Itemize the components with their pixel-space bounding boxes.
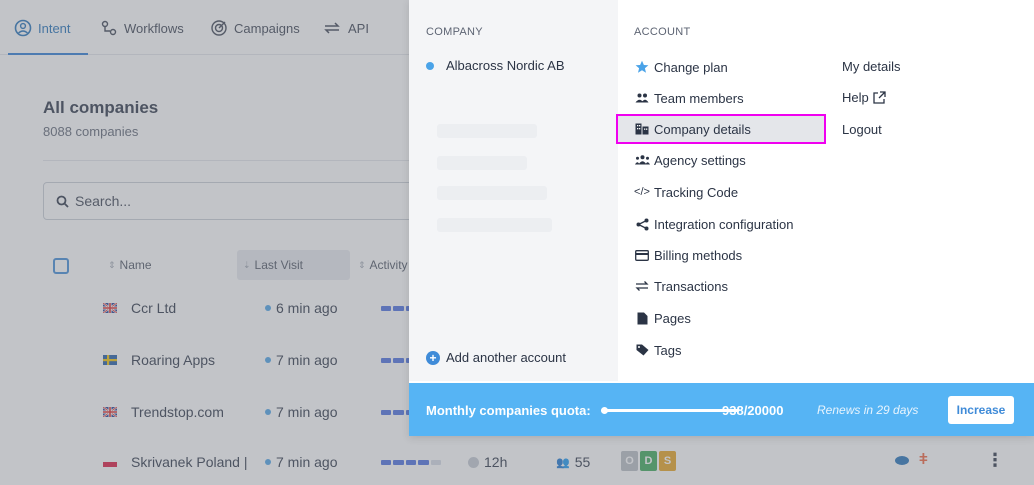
menu-item-label: Billing methods [654,247,743,263]
tag-icon [634,344,650,356]
transactions-icon [634,280,650,292]
share-icon [634,218,650,231]
menu-item-tracking-code[interactable]: </> Tracking Code [634,180,738,204]
building-icon [634,123,650,135]
company-item-current[interactable]: Albacross Nordic AB [426,58,565,73]
placeholder-line [437,218,552,232]
company-section-header: COMPANY [426,26,483,38]
placeholder-line [437,186,547,200]
help-link[interactable]: Help [842,90,886,105]
quota-bar: Monthly companies quota: 938/20000 Renew… [409,383,1034,436]
menu-item-label: Pages [654,310,691,326]
external-link-icon [873,91,886,104]
modal-backdrop-bottom[interactable] [409,436,1034,485]
placeholder-line [437,156,527,170]
quota-renew-text: Renews in 29 days [817,403,919,417]
logout-link[interactable]: Logout [842,122,882,137]
help-label: Help [842,90,869,105]
menu-item-label: Company details [654,121,751,137]
menu-item-label: Change plan [654,59,728,75]
account-section-header: ACCOUNT [634,26,691,38]
account-dropdown: COMPANY Albacross Nordic AB + Add anothe… [409,0,1034,436]
menu-item-label: Transactions [654,278,728,294]
menu-item-label: Tags [654,342,682,358]
add-account-label: Add another account [446,350,566,365]
menu-item-company-details[interactable]: Company details [616,114,826,144]
menu-item-pages[interactable]: Pages [634,306,691,330]
add-account-button[interactable]: + Add another account [426,350,566,365]
quota-progress-indicator [601,407,608,414]
plus-circle-icon: + [426,350,440,365]
placeholder-line [437,124,537,138]
menu-item-label: Agency settings [654,152,746,168]
menu-item-billing-methods[interactable]: Billing methods [634,243,742,267]
my-details-link[interactable]: My details [842,59,901,74]
logout-label: Logout [842,122,882,137]
quota-progress-track [601,407,739,414]
code-icon: </> [634,186,650,198]
menu-item-label: Tracking Code [654,184,739,200]
menu-item-transactions[interactable]: Transactions [634,274,728,298]
menu-item-integration-configuration[interactable]: Integration configuration [634,212,793,236]
menu-item-label: Team members [654,90,744,106]
quota-count: 938/20000 [722,403,784,418]
company-column: COMPANY Albacross Nordic AB + Add anothe… [409,0,618,381]
menu-item-label: Integration configuration [654,216,794,232]
menu-item-agency-settings[interactable]: Agency settings [634,148,746,172]
star-icon [634,60,650,74]
credit-card-icon [634,249,650,261]
company-item-label: Albacross Nordic AB [446,58,565,73]
my-details-label: My details [842,59,901,74]
team-icon [634,93,650,103]
menu-item-tags[interactable]: Tags [634,338,681,362]
menu-item-change-plan[interactable]: Change plan [634,55,728,79]
quota-label: Monthly companies quota: [426,403,591,418]
page-icon [634,312,650,325]
menu-item-team-members[interactable]: Team members [634,86,744,110]
active-dot-icon [426,61,434,70]
increase-quota-button[interactable]: Increase [948,396,1014,424]
modal-backdrop[interactable] [0,0,409,485]
agency-icon [634,155,650,165]
